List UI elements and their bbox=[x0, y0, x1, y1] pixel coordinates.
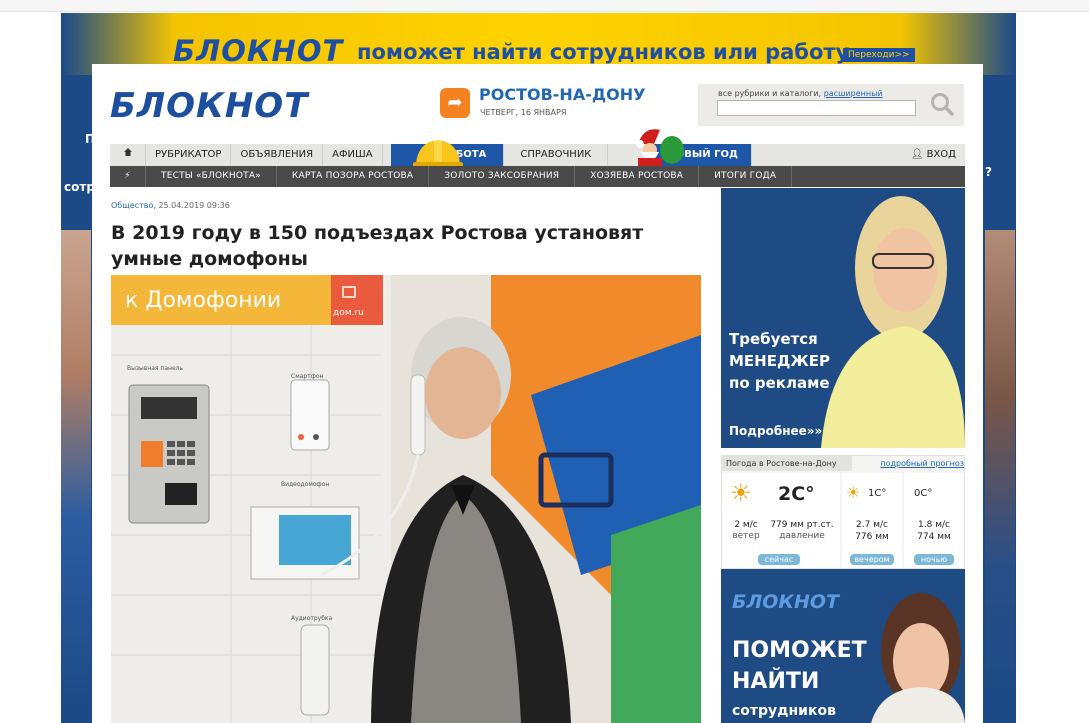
ad-recruitment-banner[interactable]: БЛОКНОТ ПОМОЖЕТ НАЙТИ сотрудников bbox=[721, 569, 965, 723]
weather-forecast-link[interactable]: подробный прогноз bbox=[880, 459, 964, 468]
advanced-search-link[interactable]: расширенный bbox=[824, 89, 883, 98]
ad2-line-2: НАЙТИ bbox=[732, 669, 820, 694]
weather-evening-wind: 2.7 м/с bbox=[856, 520, 888, 530]
weather-now-temp: 2C° bbox=[778, 483, 815, 505]
ad2-logo: БЛОКНОТ bbox=[732, 591, 839, 613]
article-meta: Общество, 25.04.2019 09:36 bbox=[111, 201, 230, 210]
article-photo: к Домофонии дом.ru Вызывная панель Смарт… bbox=[111, 275, 701, 723]
weather-now-pressure-label: давление bbox=[779, 531, 825, 541]
weather-evening-tag: вечером bbox=[850, 554, 894, 565]
side-text-right-1: ? bbox=[985, 165, 992, 179]
photo-label-videophone: Видеодомофон bbox=[281, 481, 330, 488]
page-content: БЛОКНОТ ➦ РОСТОВ-НА-ДОНУ ЧЕТВЕРГ, 16 ЯНВ… bbox=[92, 64, 983, 723]
side-ad-left[interactable] bbox=[61, 230, 91, 710]
photo-sign: к Домофонии bbox=[125, 288, 282, 313]
site-logo[interactable]: БЛОКНОТ bbox=[110, 86, 308, 126]
photo-illustration bbox=[111, 275, 701, 723]
ad-manager-banner[interactable]: Требуется МЕНЕДЖЕР по рекламе Подробнее»… bbox=[721, 188, 965, 448]
ad-manager-text: Требуется МЕНЕДЖЕР по рекламе bbox=[729, 328, 830, 394]
search-input[interactable] bbox=[717, 100, 916, 116]
nav-ads[interactable]: ОБЪЯВЛЕНИЯ bbox=[231, 144, 324, 166]
weather-now-wind: 2 м/с bbox=[734, 520, 758, 530]
side-text-left-2: сотр bbox=[64, 180, 95, 194]
location-arrow-icon[interactable]: ➦ bbox=[440, 88, 470, 118]
city-selector[interactable]: РОСТОВ-НА-ДОНУ bbox=[479, 85, 645, 104]
login-label: ВХОД bbox=[926, 149, 956, 160]
photo-label-panel: Вызывная панель bbox=[127, 365, 184, 372]
weather-evening-temp: 1C° bbox=[868, 488, 887, 499]
nav-afisha[interactable]: АФИША bbox=[323, 144, 383, 166]
weather-night: 0C° 1.8 м/с 774 мм ночью bbox=[904, 473, 964, 568]
search-hint: все рубрики и каталоги, расширенный bbox=[718, 89, 883, 98]
ad2-line-1: ПОМОЖЕТ bbox=[732, 638, 867, 663]
weather-widget: Погода в Ростове-на-Дону подробный прогн… bbox=[721, 455, 965, 569]
special-shame-map[interactable]: КАРТА ПОЗОРА РОСТОВА bbox=[277, 166, 430, 187]
side-ad-right[interactable] bbox=[985, 230, 1015, 710]
special-results[interactable]: ИТОГИ ГОДА bbox=[699, 166, 793, 187]
weather-night-temp: 0C° bbox=[914, 488, 933, 499]
weather-night-tag: ночью bbox=[914, 554, 954, 565]
weather-now-pressure: 779 мм рт.ст. bbox=[770, 520, 834, 530]
top-banner-text: поможет найти сотрудников или работу bbox=[357, 40, 850, 64]
search-hint-text: все рубрики и каталоги, bbox=[718, 89, 822, 98]
ad2-headline: ПОМОЖЕТ НАЙТИ bbox=[732, 635, 867, 697]
ad-line-3: по рекламе bbox=[729, 374, 830, 392]
lightning-icon: ⚡︎ bbox=[110, 166, 146, 187]
ad-person-illustration bbox=[821, 196, 965, 448]
home-icon[interactable] bbox=[110, 144, 146, 166]
nav-directory[interactable]: СПРАВОЧНИК bbox=[504, 144, 609, 166]
ad-more-link[interactable]: Подробнее»» bbox=[729, 424, 822, 438]
santa-icon bbox=[636, 129, 684, 170]
special-nav: ⚡︎ ТЕСТЫ «БЛОКНОТА» КАРТА ПОЗОРА РОСТОВА… bbox=[110, 166, 965, 187]
ad-line-1: Требуется bbox=[729, 330, 818, 348]
top-banner-logo: БЛОКНОТ bbox=[173, 34, 344, 68]
photo-label-smartphone: Смартфон bbox=[291, 373, 324, 380]
photo-label-handset: Аудиотрубка bbox=[291, 615, 333, 622]
sun-icon: ☀︎ bbox=[730, 479, 752, 507]
login-link[interactable]: 👤︎ ВХОД bbox=[902, 144, 965, 166]
user-icon: 👤︎ bbox=[910, 149, 924, 160]
special-owners[interactable]: ХОЗЯЕВА РОСТОВА bbox=[575, 166, 700, 187]
sun-icon: ☀︎ bbox=[846, 483, 861, 502]
search-icon[interactable] bbox=[929, 91, 955, 117]
article-date: 25.04.2019 09:36 bbox=[158, 201, 230, 210]
special-tests[interactable]: ТЕСТЫ «БЛОКНОТА» bbox=[146, 166, 277, 187]
weather-now-tag: сейчас bbox=[758, 554, 800, 565]
weather-night-wind: 1.8 м/с bbox=[918, 520, 950, 530]
search-panel: все рубрики и каталоги, расширенный bbox=[698, 84, 964, 126]
photo-badge: дом.ru bbox=[333, 308, 364, 318]
ad-line-2: МЕНЕДЖЕР bbox=[729, 352, 830, 370]
main-nav: РУБРИКАТОР ОБЪЯВЛЕНИЯ АФИША РАБОТА СПРАВ… bbox=[110, 144, 965, 166]
weather-title: Погода в Ростове-на-Дону bbox=[722, 456, 852, 471]
weather-now: ☀︎ 2C° 2 м/с ветер 779 мм рт.ст. давлени… bbox=[722, 473, 840, 568]
special-gold[interactable]: ЗОЛОТО ЗАКСОБРАНИЯ bbox=[429, 166, 576, 187]
weather-now-wind-label: ветер bbox=[732, 531, 760, 541]
article-category[interactable]: Общество, bbox=[111, 201, 156, 210]
weather-night-pressure: 774 мм bbox=[917, 532, 951, 542]
weather-evening: ☀︎ 1C° 2.7 м/с 776 мм вечером bbox=[842, 473, 902, 568]
ad2-line-3: сотрудников bbox=[732, 703, 836, 719]
weather-evening-pressure: 776 мм bbox=[855, 532, 889, 542]
nav-rubricator[interactable]: РУБРИКАТОР bbox=[146, 144, 232, 166]
browser-top-strip bbox=[0, 0, 1089, 12]
article-title: В 2019 году в 150 подъездах Ростова уста… bbox=[111, 222, 644, 270]
current-date: ЧЕТВЕРГ, 16 ЯНВАРЯ bbox=[480, 108, 567, 117]
top-banner-button[interactable]: Переходи>> bbox=[843, 48, 915, 62]
